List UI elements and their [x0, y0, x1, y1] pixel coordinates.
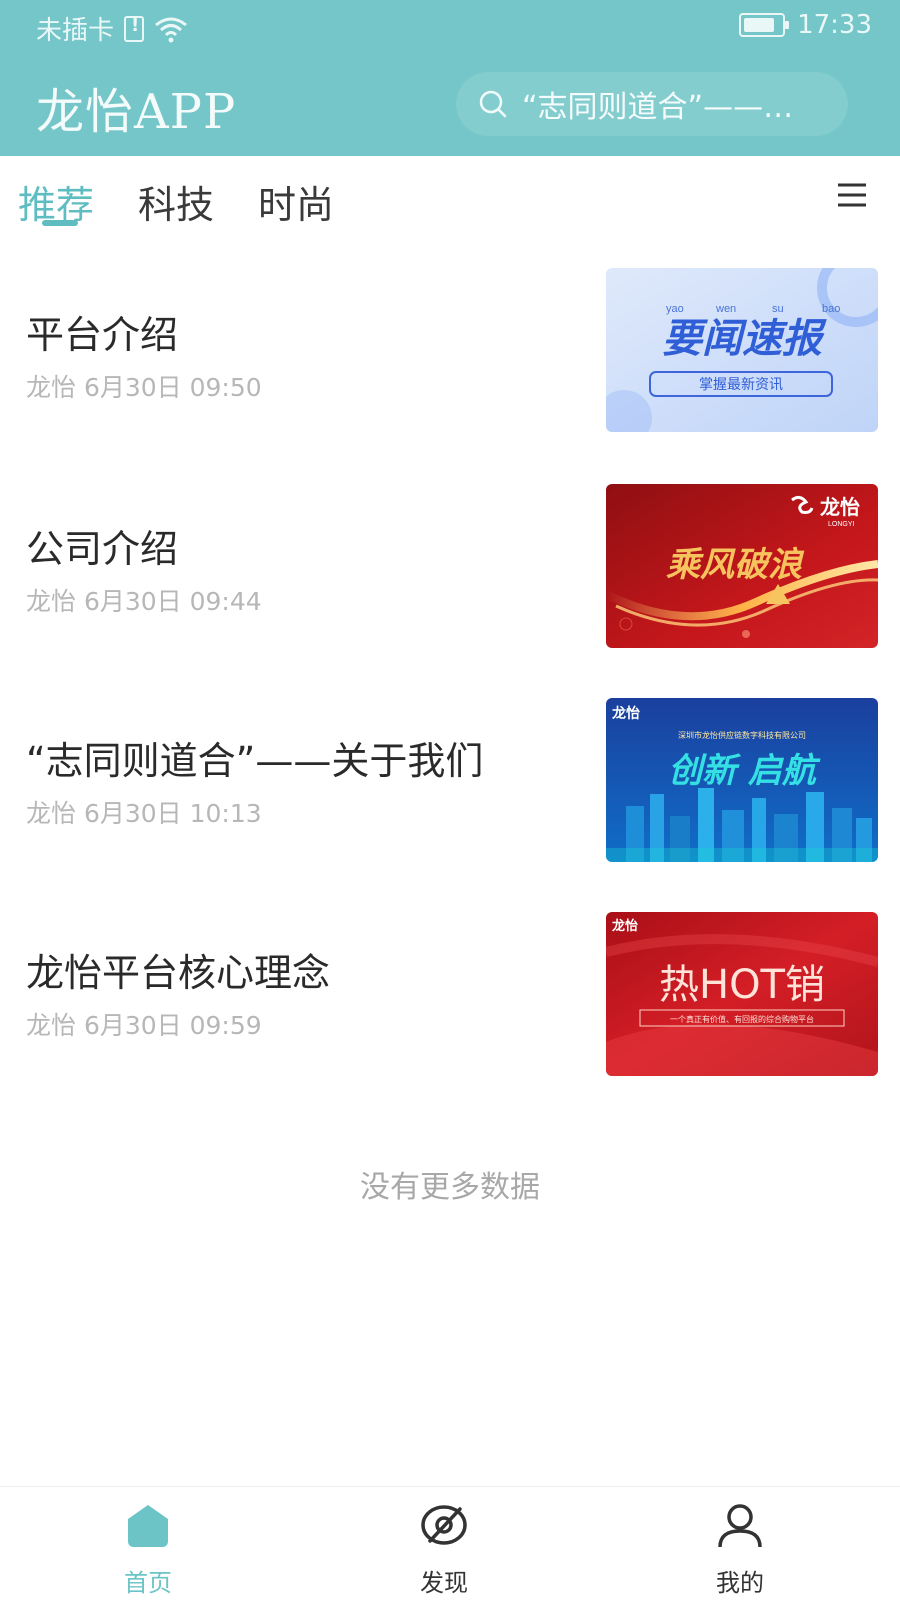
thumbnail-logo: 龙怡 [820, 495, 860, 519]
user-icon [718, 1504, 762, 1548]
pinyin-yao: yao [666, 303, 684, 315]
news-thumbnail: 龙怡 深圳市龙怡供应链数字科技有限公司 创新 启航 [606, 698, 878, 862]
tab-technology[interactable]: 科技 [138, 174, 214, 229]
nav-profile[interactable]: 我的 [640, 1487, 840, 1600]
app-header: 未插卡 17:33 龙怡APP “志同则道合”——关于我们 [0, 0, 900, 156]
thumbnail-subtitle: 掌握最新资讯 [699, 377, 783, 393]
discover-icon [421, 1505, 467, 1545]
news-title: 公司介绍 [26, 527, 179, 571]
news-meta: 龙怡 6月30日 10:13 [26, 799, 262, 828]
thumbnail-headline: 热HOT销 [659, 962, 825, 1008]
nav-label: 首页 [124, 1569, 172, 1597]
news-item[interactable]: 平台介绍 龙怡 6月30日 09:50 yao wen su bao 要闻速报 … [0, 256, 900, 474]
news-title: 平台介绍 [26, 313, 179, 357]
pinyin-bao: bao [822, 303, 840, 315]
search-placeholder: “志同则道合”——关于我们 [522, 90, 822, 125]
news-thumbnail: yao wen su bao 要闻速报 掌握最新资讯 [606, 268, 878, 432]
home-icon [128, 1505, 168, 1547]
news-title: “志同则道合”——关于我们 [26, 739, 484, 783]
news-item[interactable]: 龙怡平台核心理念 龙怡 6月30日 09:59 龙怡 热HOT销 一个真正有价值… [0, 902, 900, 1120]
active-tab-indicator [42, 220, 78, 226]
nav-label: 发现 [420, 1569, 468, 1597]
news-meta: 龙怡 6月30日 09:59 [26, 1011, 262, 1040]
news-item[interactable]: 公司介绍 龙怡 6月30日 09:44 乘风破浪 龙怡 LONGYI [0, 474, 900, 692]
clock-text: 17:33 [797, 10, 872, 40]
app-title: 龙怡APP [36, 84, 237, 140]
news-meta: 龙怡 6月30日 09:44 [26, 587, 262, 616]
thumbnail-logo: 龙怡 [612, 918, 638, 934]
carrier-text: 未插卡 [36, 16, 115, 46]
news-thumbnail: 乘风破浪 龙怡 LONGYI [606, 484, 878, 648]
no-more-data-text: 没有更多数据 [360, 1170, 540, 1205]
search-icon [479, 90, 507, 118]
search-input[interactable]: “志同则道合”——关于我们 [456, 72, 848, 136]
thumbnail-logo-sub: LONGYI [828, 521, 855, 528]
news-meta: 龙怡 6月30日 09:50 [26, 373, 262, 402]
sim-card-icon [124, 15, 145, 42]
thumbnail-tagline: 一个真正有价值、有回报的综合购物平台 [670, 1014, 814, 1024]
bottom-navigation: 首页 发现 我的 [0, 1486, 900, 1600]
news-item[interactable]: “志同则道合”——关于我们 龙怡 6月30日 10:13 龙怡 深圳市龙怡供应链… [0, 688, 900, 906]
category-tabs: 推荐 科技 时尚 [0, 156, 900, 240]
battery-icon [739, 13, 790, 37]
thumbnail-calligraphy: 乘风破浪 [666, 545, 805, 585]
nav-discover[interactable]: 发现 [344, 1487, 544, 1600]
pinyin-wen: wen [715, 303, 736, 315]
thumbnail-headline: 创新 启航 [668, 751, 821, 791]
pinyin-su: su [772, 303, 784, 315]
news-thumbnail: 龙怡 热HOT销 一个真正有价值、有回报的综合购物平台 [606, 912, 878, 1076]
nav-home[interactable]: 首页 [48, 1487, 248, 1600]
thumbnail-headline: 要闻速报 [662, 316, 827, 362]
thumbnail-company: 深圳市龙怡供应链数字科技有限公司 [678, 730, 806, 740]
tab-fashion[interactable]: 时尚 [258, 174, 334, 229]
news-title: 龙怡平台核心理念 [26, 951, 331, 995]
menu-icon[interactable] [836, 182, 868, 208]
status-bar: 未插卡 17:33 [0, 0, 900, 56]
nav-label: 我的 [716, 1569, 764, 1597]
wifi-icon [155, 17, 187, 42]
thumbnail-logo: 龙怡 [611, 705, 640, 722]
